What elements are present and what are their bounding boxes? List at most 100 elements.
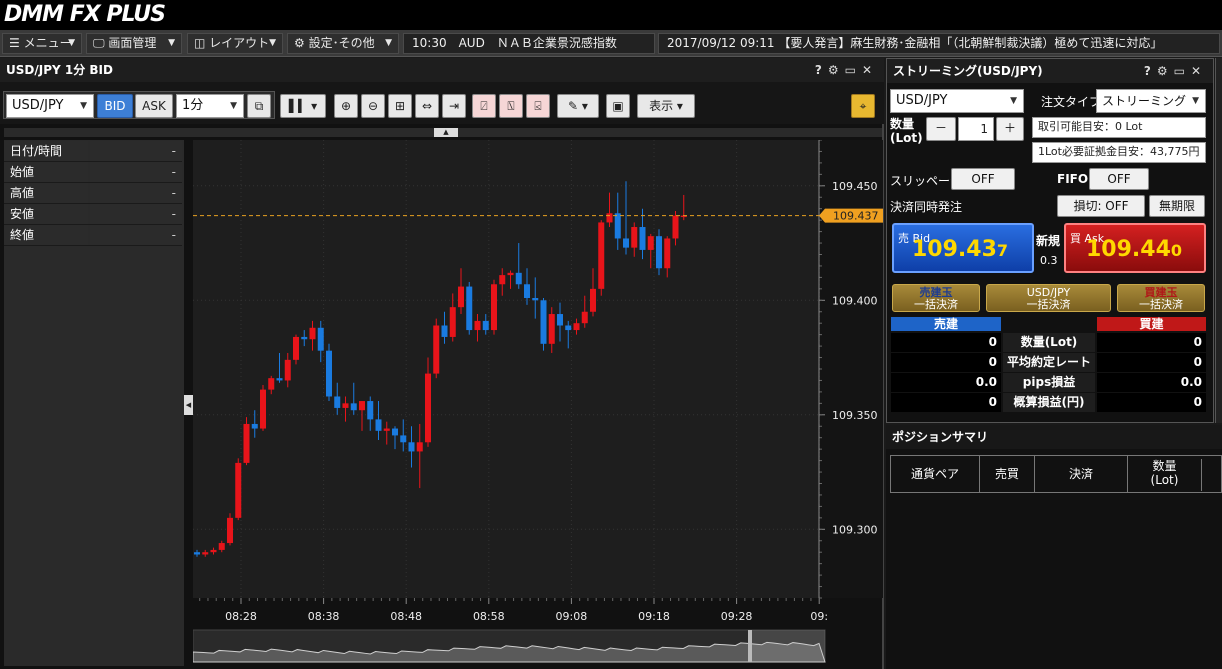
col-side[interactable]: 売買 — [980, 456, 1035, 492]
candle-body — [227, 517, 233, 544]
indicator-button[interactable]: ⍂ — [499, 94, 523, 118]
row-label: 概算損益(円) — [1003, 393, 1095, 412]
collapse-up-icon[interactable]: ▲ — [434, 128, 458, 137]
candle-body — [623, 238, 629, 248]
help-icon[interactable]: ? — [1144, 64, 1157, 78]
candle-body — [408, 442, 415, 452]
snapshot-button[interactable]: ▣ — [606, 94, 630, 118]
sell-value: 0 — [891, 333, 1001, 352]
economic-calendar-ticker[interactable]: 10:30 AUD ＮＡＢ企業景況感指数 — [403, 33, 655, 54]
fifo-toggle[interactable]: OFF — [1089, 168, 1149, 190]
summary-table-header: 通貨ペア 売買 決済 数量 (Lot) — [890, 455, 1222, 493]
buy-all-settle-button[interactable]: 買建玉 一括決済 — [1117, 284, 1205, 312]
candle-body — [243, 423, 250, 463]
margin-estimate: 1Lot必要証拠金目安：43,775円 — [1032, 142, 1206, 163]
quantity-minus-button[interactable]: － — [926, 117, 956, 141]
expand-button[interactable]: ⇔ — [415, 94, 439, 118]
buy-value: 0 — [1097, 333, 1206, 352]
ohlc-value: - — [90, 141, 182, 161]
screen-manage-button[interactable]: 🖵 画面管理 ▼ — [86, 33, 182, 54]
close-icon[interactable]: ✕ — [862, 63, 878, 77]
candle-body — [590, 288, 596, 312]
candle-body — [474, 320, 481, 331]
candlestick-icon: ▌▍ ▾ — [288, 99, 318, 113]
candle-body — [441, 325, 448, 337]
gear-icon[interactable]: ⚙ — [828, 63, 845, 77]
position-row: 0 平均約定レート 0 — [891, 353, 1206, 372]
term-button[interactable]: 無期限 — [1149, 195, 1205, 217]
quantity-plus-button[interactable]: ＋ — [996, 117, 1024, 141]
hamburger-icon: ☰ — [9, 36, 20, 50]
menu-button[interactable]: ☰ メニュー ▼ — [2, 33, 82, 54]
minimize-icon[interactable]: ▭ — [1174, 64, 1191, 78]
candle-body — [664, 238, 671, 269]
zoom-out-button[interactable]: ⊖ — [361, 94, 385, 118]
slippage-toggle[interactable]: OFF — [951, 168, 1015, 190]
layout-button[interactable]: ◫ レイアウト ▼ — [187, 33, 283, 54]
draw-tool-button[interactable]: ✎ ▾ — [557, 94, 599, 118]
sell-all-settle-button[interactable]: 売建玉 一括決済 — [892, 284, 980, 312]
gear-icon[interactable]: ⚙ — [1157, 64, 1174, 78]
candle-body — [532, 298, 539, 301]
add-indicator-button[interactable]: ⍁ — [472, 94, 496, 118]
streaming-pair-select[interactable]: USD/JPY ▼ — [890, 89, 1024, 113]
order-type-select[interactable]: ストリーミング ▼ — [1096, 89, 1206, 113]
col-pair[interactable]: 通貨ペア — [891, 456, 980, 492]
compare-button[interactable]: ⧉ — [247, 94, 271, 118]
minimize-icon[interactable]: ▭ — [845, 63, 862, 77]
col-settle[interactable]: 決済 — [1035, 456, 1128, 492]
summary-title: ポジションサマリ — [886, 425, 1222, 449]
candle-body — [573, 323, 580, 331]
stoploss-toggle[interactable]: 損切: OFF — [1057, 195, 1145, 217]
pair-select[interactable]: USD/JPY ▼ — [6, 94, 94, 118]
x-tick-label: 08:58 — [473, 610, 505, 623]
streaming-title: ストリーミング(USD/JPY) — [893, 64, 1043, 78]
row-label: pips損益 — [1003, 373, 1095, 392]
collapse-bar[interactable]: ▲ — [4, 128, 882, 137]
quantity-input[interactable]: 1 — [958, 117, 994, 141]
crosshair-button[interactable]: ⌖ — [851, 94, 875, 118]
sell-bid-button[interactable]: 売 Bid 109.437 — [892, 223, 1034, 273]
col-qty[interactable]: 数量 (Lot) — [1128, 459, 1202, 491]
image-icon: ▣ — [612, 99, 624, 113]
sell-value: 0 — [891, 393, 1001, 412]
collapse-left-icon[interactable]: ◀ — [184, 395, 193, 415]
settings-button[interactable]: ⚙ 設定･その他 ▼ — [287, 33, 399, 54]
display-button[interactable]: 表示 ▾ — [637, 94, 695, 118]
fit-button[interactable]: ⊞ — [388, 94, 412, 118]
navigator-window — [752, 630, 825, 662]
candle-body — [581, 311, 588, 324]
candle-body — [194, 552, 200, 555]
candle-body — [400, 435, 407, 443]
chart-indicator-icon: ⍂ — [507, 99, 515, 113]
ask-toggle[interactable]: ASK — [135, 94, 173, 118]
candle-body — [672, 215, 679, 239]
chevron-down-icon: ▼ — [1192, 96, 1199, 106]
interval-select[interactable]: 1分 ▼ — [176, 94, 244, 118]
ohlc-key: 終値 — [4, 225, 88, 245]
candle-body — [367, 401, 374, 420]
current-price-label: 109.437 — [833, 210, 879, 223]
chart-type-button[interactable]: ▌▍ ▾ — [280, 94, 326, 118]
bid-toggle[interactable]: BID — [97, 94, 133, 118]
remove-indicator-button[interactable]: ⍃ — [526, 94, 550, 118]
candle-body — [317, 327, 324, 351]
candle-body — [540, 300, 547, 344]
pair-all-settle-button[interactable]: USD/JPY 一括決済 — [986, 284, 1111, 312]
candle-body — [416, 442, 423, 452]
close-icon[interactable]: ✕ — [1191, 64, 1207, 78]
buy-position-header: 買建 — [1097, 317, 1206, 331]
chart-add-icon: ⍁ — [480, 99, 488, 113]
buy-ask-button[interactable]: 買 Ask 109.440 — [1064, 223, 1206, 273]
candle-body — [507, 272, 514, 276]
bid-price: 109.437 — [912, 237, 1009, 262]
latest-button[interactable]: ⇥ — [442, 94, 466, 118]
help-icon[interactable]: ? — [815, 63, 828, 77]
ohlc-value: - — [90, 225, 182, 245]
ohlc-value: - — [90, 183, 182, 203]
expand-icon: ⇔ — [421, 99, 433, 113]
candlestick-chart[interactable]: 08:28 08:38 08:48 08:58 09:08 09:18 09:28 09: 10… — [193, 140, 883, 666]
zoom-in-button[interactable]: ⊕ — [334, 94, 358, 118]
news-ticker[interactable]: 2017/09/12 09:11 【要人発言】麻生財務･金融相「（北朝鮮制裁決議… — [658, 33, 1220, 54]
candle-body — [425, 373, 431, 443]
